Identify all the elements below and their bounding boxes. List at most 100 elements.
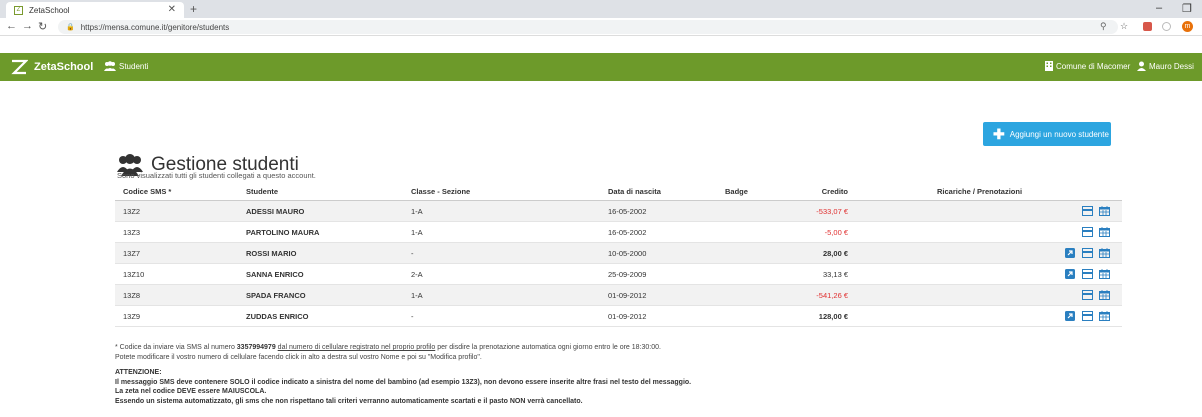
extension-icon[interactable] <box>1162 22 1171 31</box>
credit-value: 128,00 € <box>818 312 848 321</box>
card-icon[interactable] <box>1082 227 1093 237</box>
browser-tabbar: Z ZetaSchool ✕ + – ❐ <box>0 0 1202 18</box>
header-ricariche: Ricariche / Prenotazioni <box>937 187 1023 196</box>
date-of-birth: 25-09-2009 <box>608 270 647 279</box>
table-row: 13Z2 ADESSI MAURO 1-A 16-05-2002 -533,07… <box>115 201 1122 222</box>
calendar-icon[interactable] <box>1099 248 1110 258</box>
profile-phone-link[interactable]: dal numero di cellulare registrato nel p… <box>278 344 436 351</box>
recharge-icon[interactable] <box>1065 269 1076 279</box>
nav-studenti-label: Studenti <box>119 61 149 71</box>
header-dob[interactable]: Data di nascita <box>608 187 661 196</box>
table-row: 13Z10 SANNA ENRICO 2-A 25-09-2009 33,13 … <box>115 264 1122 285</box>
student-name: SANNA ENRICO <box>246 270 304 279</box>
new-tab-icon[interactable]: + <box>190 2 197 16</box>
calendar-icon[interactable] <box>1099 311 1110 321</box>
class-section: - <box>411 249 414 258</box>
date-of-birth: 16-05-2002 <box>608 228 647 237</box>
recharge-icon[interactable] <box>1065 311 1076 321</box>
page-subtitle: Sono visualizzati tutti gli studenti col… <box>117 171 316 180</box>
students-table: Codice SMS * Studente Classe - Sezione D… <box>115 181 1122 327</box>
card-icon[interactable] <box>1082 248 1093 258</box>
calendar-icon[interactable] <box>1099 290 1110 300</box>
app-navbar <box>0 53 1202 81</box>
credit-value: 28,00 € <box>822 249 848 258</box>
recharge-icon[interactable] <box>1065 248 1076 258</box>
building-icon <box>1045 61 1053 71</box>
calendar-icon[interactable] <box>1099 227 1110 237</box>
sms-code: 13Z7 <box>123 249 141 258</box>
class-section: 1-A <box>411 207 423 216</box>
sms-code: 13Z9 <box>123 312 141 321</box>
address-bar: ← → ↻ ⌂ 🔒 https://mensa.comune.it/genito… <box>0 18 1202 36</box>
note-text: * Codice da inviare via SMS al numero <box>115 344 237 351</box>
card-icon[interactable] <box>1082 290 1093 300</box>
credit-value: 33,13 € <box>822 270 848 279</box>
brand-name[interactable]: ZetaSchool <box>34 61 93 73</box>
note-text: per disdire la prenotazione automatica o… <box>435 344 661 351</box>
student-name: ZUDDAS ENRICO <box>246 312 309 321</box>
date-of-birth: 01-09-2012 <box>608 312 647 321</box>
close-tab-icon[interactable]: ✕ <box>168 4 176 15</box>
url-text: https://mensa.comune.it/genitore/student… <box>80 22 230 32</box>
header-sms[interactable]: Codice SMS * <box>123 187 171 196</box>
attention-line: Essendo un sistema automatizzato, gli sm… <box>115 397 583 405</box>
reload-icon[interactable]: ↻ <box>38 20 47 33</box>
add-student-button[interactable]: ✚ Aggiungi un nuovo studente <box>983 122 1111 146</box>
tab-title: ZetaSchool <box>29 5 70 15</box>
table-row: 13Z3 PARTOLINO MAURA 1-A 16-05-2002 -5,0… <box>115 222 1122 243</box>
class-section: 1-A <box>411 228 423 237</box>
student-name: ROSSI MARIO <box>246 249 297 258</box>
attention-line: Il messaggio SMS deve contenere SOLO il … <box>115 378 692 386</box>
attention-line: La zeta nel codice DEVE essere MAIUSCOLA… <box>115 388 267 395</box>
card-icon[interactable] <box>1082 269 1093 279</box>
sms-code: 13Z10 <box>123 270 145 279</box>
zetaschool-favicon-icon: Z <box>14 5 23 15</box>
profile-avatar[interactable]: m <box>1182 21 1193 32</box>
nav-comune-label: Comune di Macomer <box>1056 61 1131 71</box>
nav-studenti[interactable]: Studenti <box>104 61 148 71</box>
date-of-birth: 10-05-2000 <box>608 249 647 258</box>
users-icon <box>104 61 116 71</box>
table-header: Codice SMS * Studente Classe - Sezione D… <box>115 181 1122 201</box>
header-badge[interactable]: Badge <box>725 187 748 196</box>
calendar-icon[interactable] <box>1099 269 1110 279</box>
student-name: PARTOLINO MAURA <box>246 228 320 237</box>
forward-icon[interactable]: → <box>22 20 33 32</box>
class-section: 2-A <box>411 270 423 279</box>
sms-code: 13Z8 <box>123 291 141 300</box>
credit-value: -5,00 € <box>824 228 848 237</box>
restore-icon[interactable]: ❐ <box>1182 2 1192 15</box>
back-icon[interactable]: ← <box>6 20 17 32</box>
header-student[interactable]: Studente <box>246 187 278 196</box>
card-icon[interactable] <box>1082 311 1093 321</box>
minimize-icon[interactable]: – <box>1156 2 1162 14</box>
sms-notes: * Codice da inviare via SMS al numero 33… <box>115 343 1115 406</box>
nav-user-label: Mauro Dessi <box>1149 61 1194 71</box>
user-icon <box>1137 61 1146 71</box>
header-credit[interactable]: Credito <box>822 187 848 196</box>
credit-value: -533,07 € <box>816 207 848 216</box>
extension-icon[interactable] <box>1143 22 1152 31</box>
nav-comune[interactable]: Comune di Macomer <box>1045 61 1130 71</box>
table-row: 13Z7 ROSSI MARIO - 10-05-2000 28,00 € <box>115 243 1122 264</box>
header-class[interactable]: Classe - Sezione <box>411 187 470 196</box>
lock-icon: 🔒 <box>66 24 75 31</box>
zoom-icon[interactable]: ⚲ <box>1100 21 1107 32</box>
zetaschool-logo-icon[interactable] <box>10 58 28 76</box>
browser-tab[interactable]: Z ZetaSchool ✕ <box>6 2 184 18</box>
nav-user[interactable]: Mauro Dessi <box>1137 61 1194 71</box>
date-of-birth: 01-09-2012 <box>608 291 647 300</box>
sms-phone-number: 3357994979 <box>236 344 276 351</box>
student-name: SPADA FRANCO <box>246 291 306 300</box>
bookmark-star-icon[interactable]: ☆ <box>1120 21 1128 32</box>
date-of-birth: 16-05-2002 <box>608 207 647 216</box>
table-row: 13Z8 SPADA FRANCO 1-A 01-09-2012 -541,26… <box>115 285 1122 306</box>
note-line-1: * Codice da inviare via SMS al numero 33… <box>115 343 1115 353</box>
table-row: 13Z9 ZUDDAS ENRICO - 01-09-2012 128,00 € <box>115 306 1122 327</box>
sms-code: 13Z3 <box>123 228 141 237</box>
card-icon[interactable] <box>1082 206 1093 216</box>
student-name: ADESSI MAURO <box>246 207 305 216</box>
url-field[interactable]: 🔒 https://mensa.comune.it/genitore/stude… <box>58 20 1118 34</box>
credit-value: -541,26 € <box>816 291 848 300</box>
calendar-icon[interactable] <box>1099 206 1110 216</box>
